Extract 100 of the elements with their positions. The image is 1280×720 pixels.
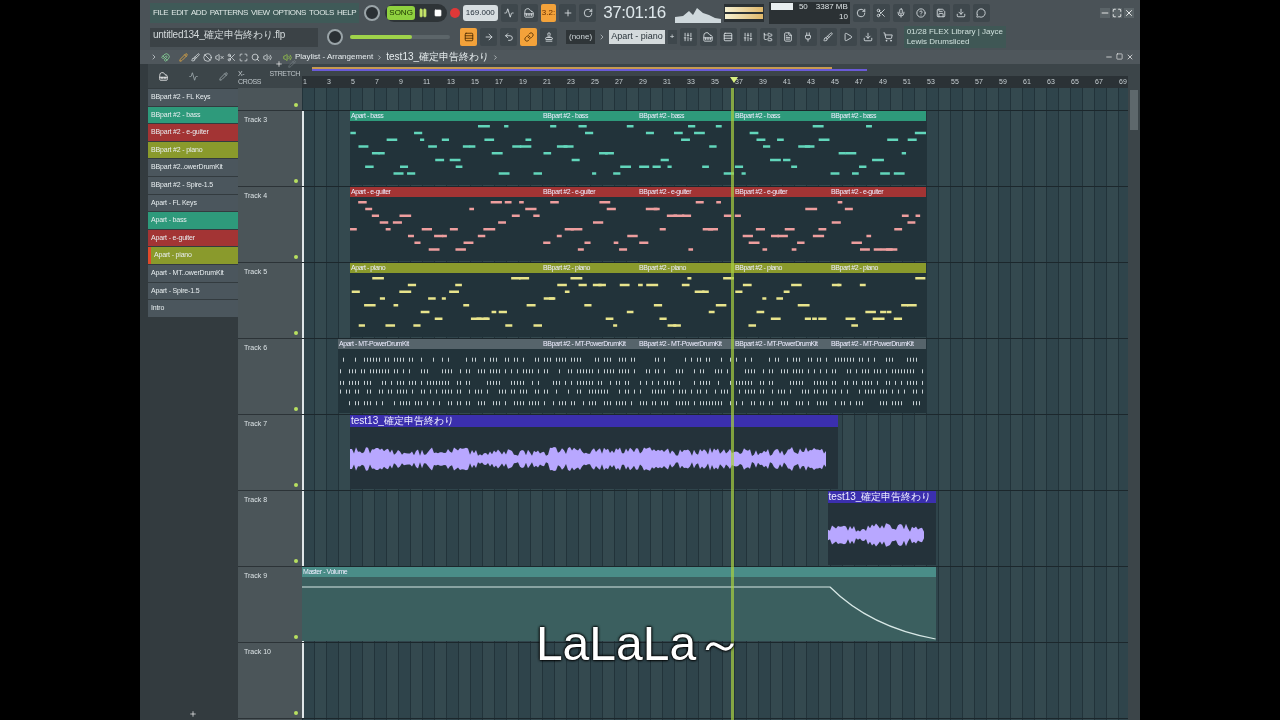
download-button[interactable] — [859, 28, 877, 46]
menu-item[interactable]: EDIT — [171, 7, 188, 19]
link-button[interactable] — [520, 28, 537, 46]
help-icon — [916, 8, 927, 18]
snap-selector[interactable]: (none) — [566, 30, 596, 44]
sliders-icon — [683, 32, 694, 42]
magnet-icon[interactable] — [161, 52, 170, 62]
document-button[interactable] — [779, 28, 797, 46]
list-button[interactable] — [719, 28, 737, 46]
stamp-button[interactable] — [540, 28, 557, 46]
save-icon — [936, 8, 947, 18]
scissors-icon — [876, 8, 887, 18]
select-icon[interactable] — [239, 52, 248, 62]
help-button[interactable] — [912, 4, 930, 22]
plug-button[interactable] — [799, 28, 817, 46]
wave-icon[interactable] — [188, 71, 198, 81]
cart-button[interactable] — [879, 28, 897, 46]
sliders-icon — [743, 32, 754, 42]
arrow-button[interactable] — [480, 28, 497, 46]
chat-button[interactable] — [972, 4, 990, 22]
knob[interactable] — [327, 29, 343, 45]
playlist-clip[interactable]: test13_確定申告終わり — [350, 415, 839, 489]
minimize-icon[interactable] — [1100, 8, 1110, 18]
chat-icon — [976, 8, 987, 18]
curve-button[interactable] — [500, 28, 517, 46]
plug-icon — [803, 32, 814, 42]
refresh-icon — [856, 8, 867, 18]
cpu-reading: 50 — [798, 2, 808, 12]
microphone-icon — [896, 8, 907, 18]
cpu-graph — [770, 3, 793, 10]
chevron-icon — [492, 53, 500, 61]
speaker-icon[interactable] — [283, 52, 292, 62]
add-pattern-button[interactable]: + — [667, 30, 677, 44]
pencil-icon[interactable] — [179, 52, 188, 62]
play-button[interactable] — [839, 28, 857, 46]
pause-icon[interactable] — [417, 8, 428, 18]
metronome-button[interactable] — [500, 4, 518, 22]
maximize-icon[interactable] — [1116, 53, 1123, 60]
playlist-clip[interactable]: test13_確定申告終わり — [827, 491, 936, 565]
menu-item[interactable]: FILE — [153, 7, 169, 19]
step-edit-button[interactable] — [559, 4, 577, 22]
menu-item[interactable]: PATTERNS — [209, 7, 248, 19]
polyphony-reading: 10 — [838, 12, 848, 22]
wait-button[interactable] — [520, 4, 538, 22]
add-icon[interactable] — [189, 710, 197, 718]
download-icon — [956, 8, 967, 18]
piano-roll-button[interactable] — [699, 28, 717, 46]
mixer-button[interactable] — [739, 28, 757, 46]
zoom-icon[interactable] — [251, 52, 260, 62]
close-icon[interactable] — [1126, 53, 1134, 61]
knob[interactable] — [364, 5, 381, 21]
scissors-icon[interactable] — [227, 52, 236, 62]
download-icon — [863, 32, 874, 42]
cart-icon — [883, 32, 894, 42]
channel-rack-button[interactable] — [679, 28, 697, 46]
piano-icon[interactable] — [158, 71, 168, 81]
snap-button[interactable]: 3.2: — [540, 4, 557, 22]
news-line: Lewis Drumsliced — [906, 37, 971, 47]
undo-icon — [503, 32, 514, 42]
save-new-button[interactable] — [952, 4, 970, 22]
clip-title-bar: test13_確定申告終わり — [350, 415, 839, 427]
stamp-icon — [543, 32, 554, 42]
piano-icon — [703, 32, 714, 42]
song-mode-button[interactable]: SONG — [387, 6, 415, 20]
speaker-icon[interactable] — [263, 52, 272, 62]
cut-button[interactable] — [872, 4, 890, 22]
time-display: 37:01:16 — [603, 2, 666, 25]
refresh-button[interactable] — [852, 4, 870, 22]
pencil-icon[interactable] — [218, 71, 228, 81]
level-meter — [723, 4, 764, 22]
menu-item[interactable]: HELP — [337, 7, 357, 19]
microphone-button[interactable] — [892, 4, 910, 22]
news-line: 01/28 FLEX Library | Jayce — [906, 27, 1003, 37]
tempo-display[interactable]: 169.000 — [462, 5, 498, 21]
menu-item[interactable]: VIEW — [250, 7, 270, 19]
playlist-button[interactable] — [460, 28, 477, 46]
chevron-icon[interactable] — [150, 53, 158, 61]
scrollbar-thumb[interactable] — [1130, 90, 1138, 130]
link-icon — [523, 32, 534, 42]
save-button[interactable] — [932, 4, 950, 22]
menu-item[interactable]: TOOLS — [309, 7, 334, 19]
maximize-icon[interactable] — [1112, 8, 1122, 18]
add-icon[interactable] — [275, 60, 283, 68]
piano-icon — [524, 8, 535, 18]
master-volume-slider[interactable] — [350, 35, 450, 39]
menu-item[interactable]: OPTIONS — [272, 7, 306, 19]
close-icon[interactable] — [1124, 8, 1134, 18]
plus-icon — [562, 8, 573, 18]
mute-icon[interactable] — [215, 52, 224, 62]
browser-button[interactable] — [759, 28, 777, 46]
minimize-icon[interactable] — [1105, 53, 1113, 61]
loop-record-button[interactable] — [579, 4, 597, 22]
brush-button[interactable] — [819, 28, 837, 46]
ban-icon[interactable] — [203, 52, 212, 62]
list-icon — [463, 32, 474, 42]
brush-icon[interactable] — [191, 52, 200, 62]
pattern-selector[interactable]: Apart - piano — [609, 30, 665, 44]
menu-item[interactable]: ADD — [190, 7, 207, 19]
stop-icon[interactable] — [433, 9, 442, 17]
pulse-icon — [504, 8, 515, 18]
